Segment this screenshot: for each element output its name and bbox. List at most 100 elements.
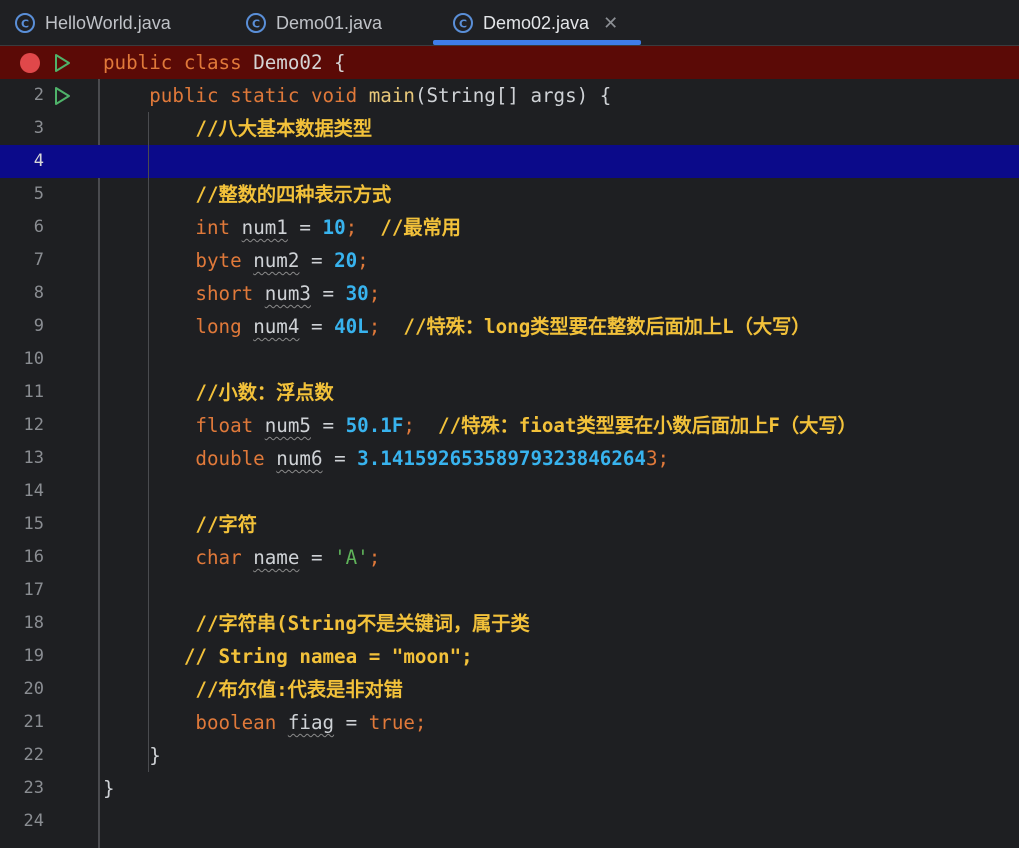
token: =: [287, 216, 323, 239]
code-line[interactable]: 5 //整数的四种表示方式: [0, 178, 1019, 211]
token: public static void: [149, 84, 369, 107]
token: =: [310, 414, 346, 437]
code-line[interactable]: 7 byte num2 = 20;: [0, 244, 1019, 277]
code-line[interactable]: 13 double num6 = 3.141592653589793238462…: [0, 442, 1019, 475]
line-number: 15: [23, 514, 44, 534]
code-line[interactable]: 20 //布尔值:代表是非对错: [0, 673, 1019, 706]
token: long: [195, 315, 254, 338]
token: =: [299, 546, 335, 569]
code-line[interactable]: 17: [0, 574, 1019, 607]
code-line[interactable]: 6 int num1 = 10; //最常用: [0, 211, 1019, 244]
line-number: 2: [33, 85, 44, 105]
code-text: int num1 = 10; //最常用: [103, 211, 461, 244]
line-number: 4: [33, 151, 44, 171]
token: 40L: [334, 315, 369, 338]
token: num1: [241, 216, 288, 239]
run-icon[interactable]: [52, 86, 72, 106]
code-line[interactable]: 24: [0, 805, 1019, 838]
token: name: [253, 546, 300, 569]
code-line[interactable]: 4: [0, 145, 1019, 178]
line-number: 21: [23, 712, 44, 732]
token: ;: [368, 282, 381, 305]
code-text: //小数：浮点数: [103, 376, 333, 409]
code-editor[interactable]: public class Demo02 {2 public static voi…: [0, 46, 1019, 848]
token: num5: [264, 414, 311, 437]
code-line[interactable]: 15 //字符: [0, 508, 1019, 541]
line-number: 3: [33, 118, 44, 138]
token: ;: [403, 414, 415, 437]
line-number: 5: [33, 184, 44, 204]
token: }: [103, 744, 161, 767]
tab-demo01[interactable]: C Demo01.java: [245, 0, 382, 46]
code-line[interactable]: 2 public static void main(String[] args)…: [0, 79, 1019, 112]
line-number: 7: [33, 250, 44, 270]
token: fiag: [287, 711, 335, 734]
java-class-icon: C: [245, 12, 267, 34]
code-text: //字符: [103, 508, 257, 541]
token: float: [195, 414, 265, 437]
token: =: [299, 249, 335, 272]
code-line[interactable]: 21 boolean fiag = true;: [0, 706, 1019, 739]
code-line[interactable]: 10: [0, 343, 1019, 376]
code-line[interactable]: 12 float num5 = 50.1F; //特殊：fioat类型要在小数后…: [0, 409, 1019, 442]
code-line[interactable]: 23}: [0, 772, 1019, 805]
token: 30: [345, 282, 369, 305]
line-number: 8: [33, 283, 44, 303]
breakpoint-icon[interactable]: [20, 53, 40, 73]
code-text: float num5 = 50.1F; //特殊：fioat类型要在小数后面加上…: [103, 409, 856, 442]
java-class-icon: C: [452, 12, 474, 34]
code-line[interactable]: 18 //字符串(String不是关键词，属于类: [0, 607, 1019, 640]
tab-label: HelloWorld.java: [45, 12, 171, 33]
line-number: 22: [23, 745, 44, 765]
code-line[interactable]: 11 //小数：浮点数: [0, 376, 1019, 409]
code-line[interactable]: 22 }: [0, 739, 1019, 772]
code-line[interactable]: public class Demo02 {: [0, 46, 1019, 79]
code-line[interactable]: 8 short num3 = 30;: [0, 277, 1019, 310]
token: ;: [368, 315, 381, 338]
code-text: }: [103, 772, 115, 805]
code-line[interactable]: 16 char name = 'A';: [0, 541, 1019, 574]
token: //最常用: [380, 216, 461, 239]
token: boolean: [195, 711, 288, 734]
code-text: double num6 = 3.141592653589793238462643…: [103, 442, 669, 475]
code-line[interactable]: 19 // String namea = "moon";: [0, 640, 1019, 673]
token: Demo02 {: [253, 51, 346, 74]
token: (String[] args) {: [414, 84, 612, 107]
line-number: 11: [23, 382, 44, 402]
close-icon[interactable]: ✕: [603, 13, 618, 34]
token: num4: [253, 315, 300, 338]
token: ;: [345, 216, 358, 239]
token: }: [103, 777, 115, 800]
token: //八大基本数据类型: [195, 117, 373, 140]
tab-helloworld[interactable]: C HelloWorld.java: [14, 0, 171, 46]
token: public class: [103, 51, 254, 74]
code-text: public class Demo02 {: [103, 46, 346, 79]
token: 3.14159265358979323846264: [357, 447, 646, 470]
indent-guide: [148, 112, 149, 772]
line-number: 19: [23, 646, 44, 666]
code-line[interactable]: 14: [0, 475, 1019, 508]
code-line[interactable]: 9 long num4 = 40L; //特殊：long类型要在整数后面加上L（…: [0, 310, 1019, 343]
token: //字符: [195, 513, 257, 536]
line-number: 10: [23, 349, 44, 369]
java-class-icon: C: [14, 12, 36, 34]
run-icon[interactable]: [52, 53, 72, 73]
token: int: [195, 216, 242, 239]
code-line[interactable]: 3 //八大基本数据类型: [0, 112, 1019, 145]
token: 3;: [645, 447, 670, 470]
active-tab-indicator: [433, 40, 641, 45]
token: byte: [195, 249, 254, 272]
token: 20: [334, 249, 358, 272]
token: true;: [368, 711, 427, 734]
